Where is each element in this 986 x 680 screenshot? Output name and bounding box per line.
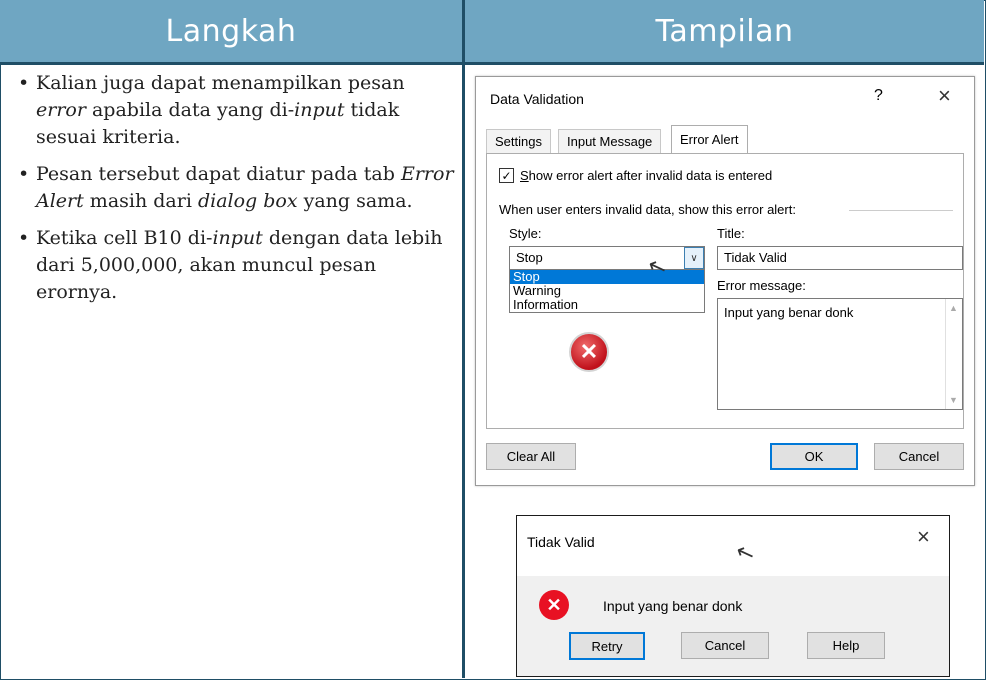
group-label: When user enters invalid data, show this… <box>499 202 796 217</box>
style-option-warning[interactable]: Warning <box>510 284 704 298</box>
alert-title: Tidak Valid <box>527 534 595 550</box>
steps-list: Kalian juga dapat menampilkan pesan erro… <box>14 70 454 316</box>
column-divider <box>462 0 465 678</box>
style-label: Style: <box>509 226 542 241</box>
scrollbar[interactable]: ▲ ▼ <box>945 299 962 409</box>
error-message-textarea[interactable]: Input yang benar donk ▲ ▼ <box>717 298 963 410</box>
step-item-2: Pesan tersebut dapat diatur pada tab Err… <box>14 161 454 215</box>
alert-body: ✕ Input yang benar donk Retry Cancel Hel… <box>517 576 949 676</box>
close-icon[interactable]: × <box>938 83 951 109</box>
header-tampilan: Tampilan <box>465 0 984 62</box>
title-input[interactable]: Tidak Valid <box>717 246 963 270</box>
alert-message: Input yang benar donk <box>603 598 743 614</box>
header-divider <box>0 62 984 65</box>
title-input-value: Tidak Valid <box>724 250 787 265</box>
show-error-alert-checkbox[interactable]: ✓ <box>499 168 514 183</box>
clear-all-button[interactable]: Clear All <box>486 443 576 470</box>
error-alert-dialog: Tidak Valid × ✕ Input yang benar donk Re… <box>516 515 950 677</box>
cancel-button[interactable]: Cancel <box>874 443 964 470</box>
tab-input-message[interactable]: Input Message <box>558 129 662 153</box>
stop-error-icon: ✕ <box>569 332 609 372</box>
style-option-information[interactable]: Information <box>510 298 704 312</box>
title-label: Title: <box>717 226 745 241</box>
step-item-1: Kalian juga dapat menampilkan pesan erro… <box>14 70 454 151</box>
style-option-stop[interactable]: Stop <box>510 270 704 284</box>
scroll-down-icon[interactable]: ▼ <box>949 395 958 405</box>
style-select-value: Stop <box>516 250 543 265</box>
style-options-list: Stop Warning Information <box>509 269 705 313</box>
ok-button[interactable]: OK <box>770 443 858 470</box>
alert-help-button[interactable]: Help <box>807 632 885 659</box>
error-alert-panel: ✓ Show error alert after invalid data is… <box>486 153 964 429</box>
error-message-label: Error message: <box>717 278 806 293</box>
scroll-up-icon[interactable]: ▲ <box>949 303 958 313</box>
chevron-down-icon[interactable]: ∨ <box>684 247 704 269</box>
stop-error-icon: ✕ <box>539 590 569 620</box>
help-icon[interactable]: ? <box>874 87 883 105</box>
data-validation-dialog: Data Validation ? × Settings Input Messa… <box>475 76 975 486</box>
tab-error-alert[interactable]: Error Alert <box>671 125 748 154</box>
error-message-value: Input yang benar donk <box>724 305 854 320</box>
retry-button[interactable]: Retry <box>569 632 645 660</box>
style-select[interactable]: Stop ∨ <box>509 246 705 270</box>
step-item-3: Ketika cell B10 di-input dengan data leb… <box>14 225 454 306</box>
show-error-alert-row[interactable]: ✓ Show error alert after invalid data is… <box>499 168 772 183</box>
header-langkah: Langkah <box>0 0 462 62</box>
tab-settings[interactable]: Settings <box>486 129 551 153</box>
checkbox-label: Show error alert after invalid data is e… <box>520 168 773 183</box>
group-divider <box>849 210 953 211</box>
close-icon[interactable]: × <box>917 524 930 550</box>
dialog-title: Data Validation <box>490 91 584 107</box>
alert-cancel-button[interactable]: Cancel <box>681 632 769 659</box>
